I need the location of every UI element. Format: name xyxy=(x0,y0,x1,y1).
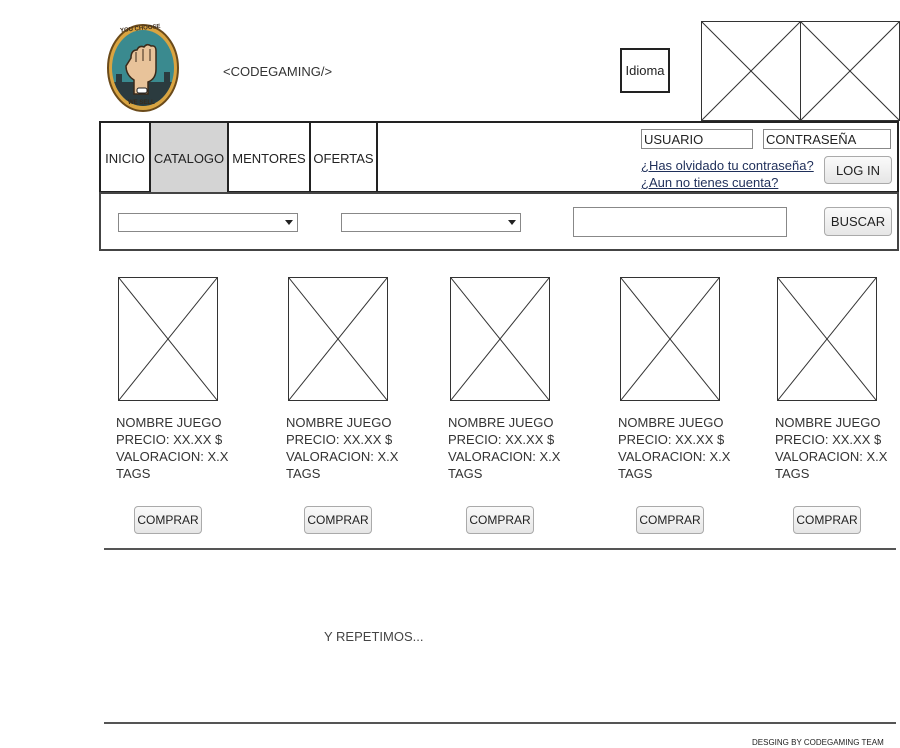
nav-item-label: CATALOGO xyxy=(153,150,225,166)
language-button[interactable]: Idioma xyxy=(620,48,670,93)
search-button[interactable]: BUSCAR xyxy=(824,207,892,236)
buy-button[interactable]: COMPRAR xyxy=(466,506,534,534)
product-price: PRECIO: XX.XX $ xyxy=(618,432,725,447)
repeat-note: Y REPETIMOS... xyxy=(324,629,424,644)
product-card-info: NOMBRE JUEGO PRECIO: XX.XX $ VALORACION:… xyxy=(116,414,228,482)
product-price: PRECIO: XX.XX $ xyxy=(448,432,555,447)
filter-bar: BUSCAR xyxy=(99,192,899,251)
main-navigation: INICIO CATALOGO MENTORES OFERTAS USUARIO… xyxy=(99,121,899,193)
product-image-placeholder[interactable] xyxy=(118,277,218,401)
filter-select-2[interactable] xyxy=(341,213,521,232)
logo-text-bottom: WE SELL xyxy=(128,100,155,106)
product-name: NOMBRE JUEGO xyxy=(448,415,554,430)
product-card-info: NOMBRE JUEGO PRECIO: XX.XX $ VALORACION:… xyxy=(448,414,560,482)
login-button[interactable]: LOG IN xyxy=(824,156,892,184)
filter-select-1[interactable] xyxy=(118,213,298,232)
product-name: NOMBRE JUEGO xyxy=(116,415,222,430)
product-price: PRECIO: XX.XX $ xyxy=(775,432,882,447)
product-price: PRECIO: XX.XX $ xyxy=(116,432,223,447)
product-name: NOMBRE JUEGO xyxy=(775,415,881,430)
product-rating: VALORACION: X.X xyxy=(116,449,229,464)
product-rating: VALORACION: X.X xyxy=(618,449,731,464)
chevron-down-icon xyxy=(508,220,516,225)
product-rating: VALORACION: X.X xyxy=(775,449,888,464)
header-image-placeholder-1 xyxy=(701,21,801,121)
product-rating: VALORACION: X.X xyxy=(286,449,399,464)
product-name: NOMBRE JUEGO xyxy=(286,415,392,430)
product-card-info: NOMBRE JUEGO PRECIO: XX.XX $ VALORACION:… xyxy=(286,414,398,482)
forgot-password-link[interactable]: ¿Has olvidado tu contraseña? xyxy=(641,158,814,173)
header-image-placeholder-2 xyxy=(800,21,900,121)
product-price: PRECIO: XX.XX $ xyxy=(286,432,393,447)
nav-item-label: INICIO xyxy=(105,150,145,166)
nav-item-inicio[interactable]: INICIO xyxy=(101,123,151,193)
register-link[interactable]: ¿Aun no tienes cuenta? xyxy=(641,175,778,190)
product-rating: VALORACION: X.X xyxy=(448,449,561,464)
product-image-placeholder[interactable] xyxy=(777,277,877,401)
username-input[interactable]: USUARIO xyxy=(641,129,753,149)
section-divider xyxy=(104,548,896,550)
product-tags: TAGS xyxy=(775,466,810,481)
nav-item-ofertas[interactable]: OFERTAS xyxy=(311,123,378,193)
product-card-info: NOMBRE JUEGO PRECIO: XX.XX $ VALORACION:… xyxy=(618,414,730,482)
buy-button[interactable]: COMPRAR xyxy=(636,506,704,534)
password-input[interactable]: CONTRASEÑA xyxy=(763,129,891,149)
footer-divider xyxy=(104,722,896,724)
product-tags: TAGS xyxy=(116,466,151,481)
product-card-info: NOMBRE JUEGO PRECIO: XX.XX $ VALORACION:… xyxy=(775,414,887,482)
chevron-down-icon xyxy=(285,220,293,225)
site-logo[interactable]: YOU CHOOSE WE SELL xyxy=(106,22,180,114)
nav-item-mentores[interactable]: MENTORES xyxy=(229,123,311,193)
buy-button[interactable]: COMPRAR xyxy=(304,506,372,534)
buy-button[interactable]: COMPRAR xyxy=(793,506,861,534)
product-tags: TAGS xyxy=(448,466,483,481)
buy-button[interactable]: COMPRAR xyxy=(134,506,202,534)
footer-credit: DESGING BY CODEGAMING TEAM xyxy=(752,738,884,747)
product-tags: TAGS xyxy=(618,466,653,481)
product-image-placeholder[interactable] xyxy=(620,277,720,401)
product-tags: TAGS xyxy=(286,466,321,481)
nav-item-label: MENTORES xyxy=(232,150,306,166)
nav-item-catalogo[interactable]: CATALOGO xyxy=(151,123,229,193)
nav-item-label: OFERTAS xyxy=(313,150,374,166)
product-image-placeholder[interactable] xyxy=(450,277,550,401)
product-name: NOMBRE JUEGO xyxy=(618,415,724,430)
product-image-placeholder[interactable] xyxy=(288,277,388,401)
site-title: <CODEGAMING/> xyxy=(223,64,333,79)
search-input[interactable] xyxy=(573,207,787,237)
